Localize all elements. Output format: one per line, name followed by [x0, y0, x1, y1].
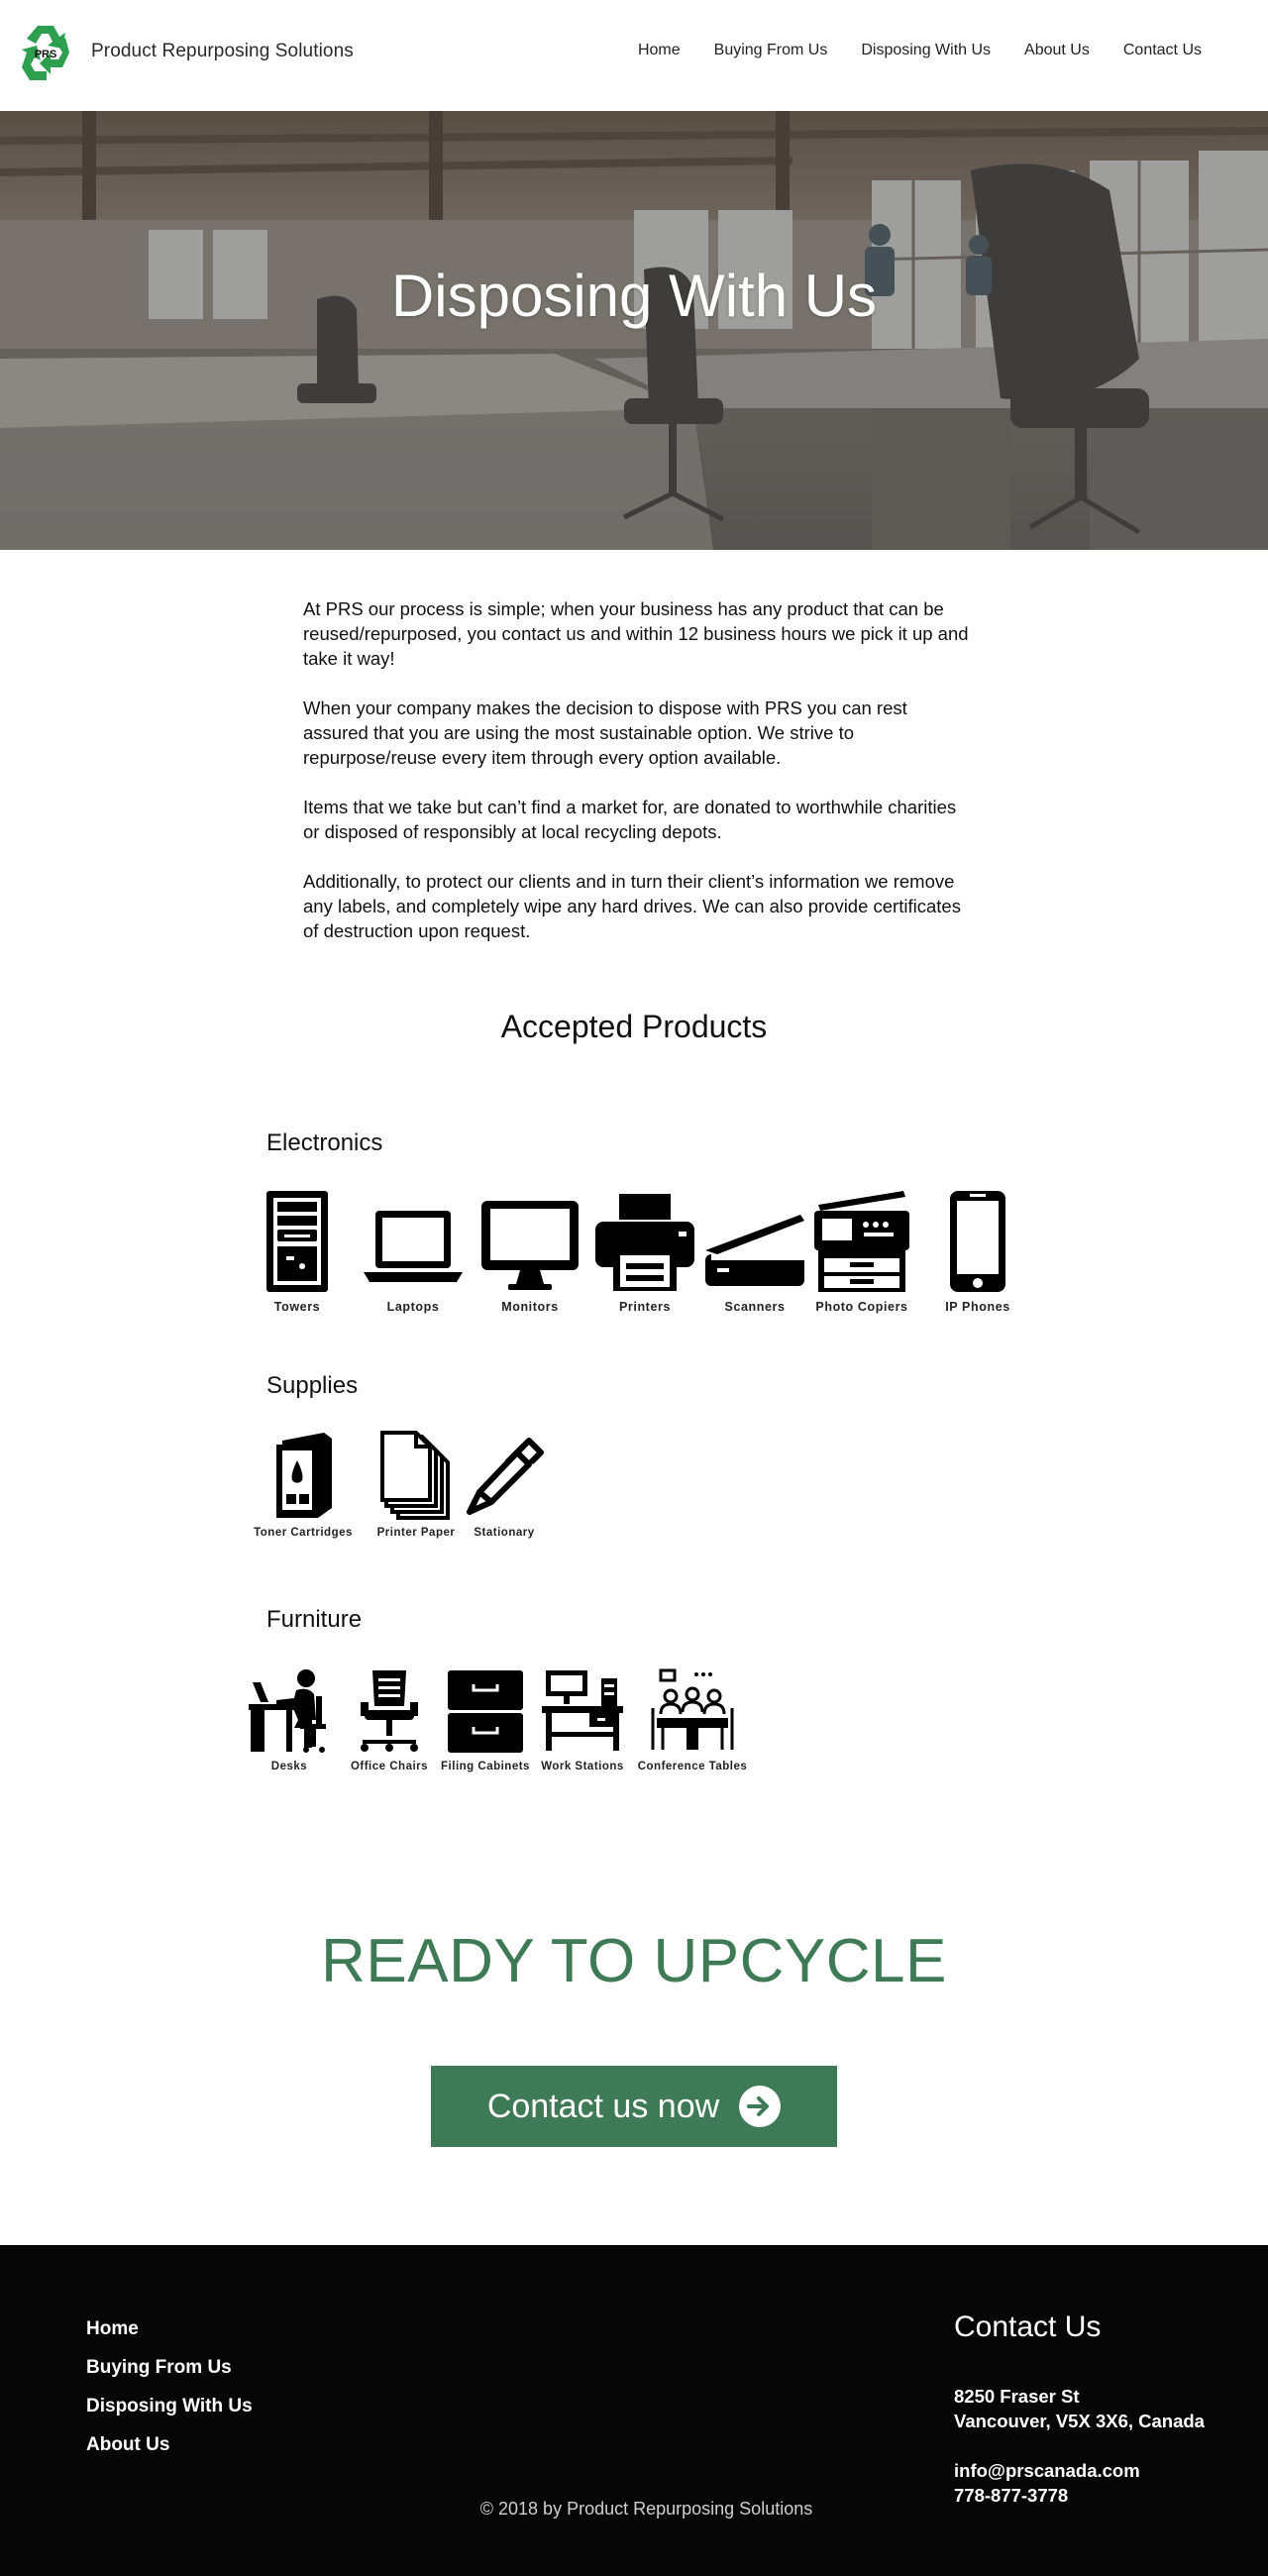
intro-paragraph: Items that we take but can’t find a mark…	[303, 797, 957, 842]
product-label: Work Stations	[541, 1761, 624, 1772]
footer-nav-home[interactable]: Home	[86, 2316, 253, 2355]
product-item: Towers	[256, 1189, 339, 1314]
product-item: Filing Cabinets	[440, 1668, 531, 1772]
svg-text:PRS: PRS	[35, 49, 57, 60]
footer-copyright: © 2018 by Product Repurposing Solutions	[479, 2499, 813, 2519]
office-chair-icon	[361, 1670, 418, 1752]
product-label: IP Phones	[945, 1300, 1010, 1314]
phone-icon	[950, 1191, 1005, 1292]
product-label: Toner Cartridges	[254, 1527, 353, 1539]
product-item: Laptops	[359, 1203, 468, 1314]
paper-stack-icon	[380, 1431, 450, 1520]
product-label: Printers	[618, 1300, 672, 1314]
footer-nav: Home Buying From Us Disposing With Us Ab…	[86, 2316, 253, 2471]
intro-paragraph: At PRS our process is simple; when your …	[303, 598, 969, 669]
arrow-right-icon	[739, 2086, 782, 2127]
recycle-logo-icon: PRS	[22, 26, 69, 80]
nav-disposing-with-us[interactable]: Disposing With Us	[844, 36, 1007, 65]
product-item: Work Stations	[535, 1668, 630, 1772]
conference-table-icon	[651, 1668, 734, 1750]
hero-title: Disposing With Us	[390, 263, 878, 329]
intro-section: At PRS our process is simple; when your …	[303, 596, 977, 968]
desk-icon	[249, 1669, 326, 1753]
product-label: Laptops	[386, 1300, 440, 1314]
site-header: PRS Product Repurposing Solutions Home B…	[0, 0, 1268, 111]
product-item: Stationary	[458, 1431, 551, 1539]
nav-buying-from-us[interactable]: Buying From Us	[697, 36, 845, 65]
product-label: Printer Paper	[376, 1527, 456, 1539]
nav-contact-us[interactable]: Contact Us	[1107, 36, 1218, 65]
nav-home[interactable]: Home	[621, 36, 697, 65]
product-label: Towers	[273, 1300, 321, 1314]
scanner-icon	[705, 1215, 804, 1286]
product-item: Photo Copiers	[808, 1189, 915, 1314]
toner-cartridge-icon	[276, 1433, 332, 1518]
product-label: Stationary	[474, 1527, 535, 1539]
monitor-icon	[481, 1201, 579, 1290]
product-item: Printers	[592, 1192, 697, 1314]
product-label: Office Chairs	[350, 1761, 429, 1772]
product-label: Monitors	[501, 1300, 559, 1314]
intro-paragraph: Additionally, to protect our clients and…	[303, 871, 961, 941]
office-background-image	[0, 111, 1268, 550]
product-item: Office Chairs	[345, 1668, 434, 1772]
accepted-products-title: Accepted Products	[500, 1009, 768, 1044]
printer-icon	[595, 1194, 694, 1291]
footer-address-line1: 8250 Fraser St	[954, 2386, 1080, 2407]
product-label: Filing Cabinets	[441, 1761, 530, 1772]
product-item: Monitors	[477, 1197, 582, 1314]
footer-nav-about-us[interactable]: About Us	[86, 2432, 253, 2471]
footer-email-link[interactable]: info@prscanada.com	[954, 2458, 1231, 2483]
cta-button-label: Contact us now	[486, 2087, 720, 2125]
product-label: Scanners	[724, 1300, 786, 1314]
pen-icon	[467, 1438, 544, 1515]
photocopier-icon	[814, 1191, 909, 1292]
category-title-supplies: Supplies	[266, 1372, 359, 1399]
intro-paragraph: When your company makes the decision to …	[303, 698, 907, 768]
category-title-furniture: Furniture	[266, 1606, 363, 1633]
brand-name: Product Repurposing Solutions	[91, 41, 354, 61]
contact-us-now-button[interactable]: Contact us now	[431, 2066, 837, 2147]
footer-contact: Contact Us 8250 Fraser St Vancouver, V5X…	[954, 2310, 1231, 2508]
product-item: Toner Cartridges	[248, 1431, 359, 1539]
server-tower-icon	[266, 1191, 328, 1292]
hero-banner: Disposing With Us	[0, 111, 1268, 550]
footer-nav-buying-from-us[interactable]: Buying From Us	[86, 2355, 253, 2394]
category-title-electronics: Electronics	[266, 1129, 383, 1156]
workstation-icon	[542, 1670, 623, 1751]
footer-address-line2: Vancouver, V5X 3X6, Canada	[954, 2411, 1205, 2431]
product-item: IP Phones	[937, 1189, 1018, 1314]
product-item: Desks	[242, 1668, 337, 1772]
nav-about-us[interactable]: About Us	[1007, 36, 1107, 65]
footer-contact-title: Contact Us	[954, 2310, 1102, 2343]
laptop-icon	[364, 1211, 463, 1282]
product-label: Conference Tables	[637, 1761, 748, 1772]
product-item: Scanners	[703, 1203, 806, 1314]
product-label: Desks	[270, 1761, 308, 1772]
cta-title: READY TO UPCYCLE	[321, 1927, 947, 1995]
filing-cabinet-icon	[448, 1670, 523, 1753]
product-label: Photo Copiers	[815, 1300, 908, 1314]
footer-nav-disposing-with-us[interactable]: Disposing With Us	[86, 2394, 253, 2432]
product-item: Printer Paper	[367, 1431, 466, 1539]
site-footer: Home Buying From Us Disposing With Us Ab…	[0, 2245, 1268, 2576]
product-item: Conference Tables	[628, 1668, 757, 1772]
brand-link[interactable]: PRS Product Repurposing Solutions	[14, 18, 354, 85]
main-nav: Home Buying From Us Disposing With Us Ab…	[621, 36, 1218, 65]
